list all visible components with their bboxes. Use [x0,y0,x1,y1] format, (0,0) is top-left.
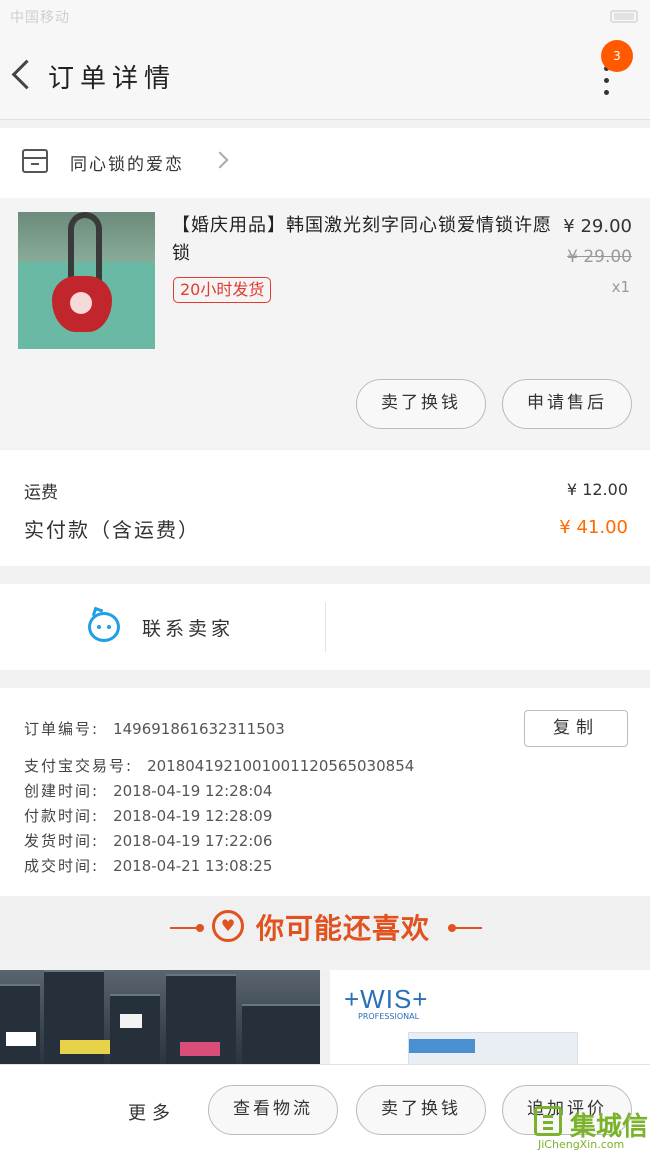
chevron-left-icon[interactable] [6,54,38,98]
sell-button[interactable]: 卖了换钱 [356,1085,486,1135]
copy-button[interactable]: 复制 [524,710,628,747]
watermark-url: JiChengXin.com [538,1138,625,1151]
create-time-row: 创建时间: 2018-04-19 12:28:04 [24,782,273,800]
contact-seller-label: 联系卖家 [142,618,235,640]
carrier-label: 中国移动 [10,10,70,26]
shipping-tag: 20小时发货 [173,277,272,303]
notification-badge: 3 [601,40,633,72]
battery-icon [610,10,638,23]
decor-line-right [448,924,482,932]
product-image[interactable] [18,212,155,349]
recommend-item[interactable]: +WIS+ PROFESSIONAL [330,970,650,1064]
after-sale-button[interactable]: 申请售后 [502,379,632,429]
recommend-title: 你可能还喜欢 [256,912,431,945]
brand-sub: PROFESSIONAL [358,1012,420,1021]
recommend-grid: +WIS+ PROFESSIONAL [0,970,650,1064]
pay-time-row: 付款时间: 2018-04-19 12:28:09 [24,807,273,825]
recommend-item[interactable] [0,970,320,1064]
product-price: ¥ 29.00 [563,216,632,237]
status-bar: 中国移动 [0,0,650,34]
paid-label: 实付款（含运费） [24,518,200,542]
nav-bar: 订单详情 [0,34,650,120]
shop-row[interactable]: 同心锁的爱恋 [0,128,650,198]
shop-icon [22,149,48,173]
paid-value: ¥ 41.00 [559,517,628,538]
alipay-trade-row: 支付宝交易号: 2018041921001001120565030854 [24,757,415,775]
product-quantity: x1 [611,278,630,296]
product-title[interactable]: 【婚庆用品】韩国激光刻字同心锁爱情锁许愿锁 [172,212,552,268]
chat-bubble-icon [88,612,120,642]
product-card: 【婚庆用品】韩国激光刻字同心锁爱情锁许愿锁 20小时发货 ¥ 29.00 ¥ 2… [0,198,650,448]
contact-seller-button[interactable]: 联系卖家 [0,584,325,670]
contact-card: 联系卖家 [0,584,650,670]
sell-button[interactable]: 卖了换钱 [356,379,486,429]
more-button[interactable]: 更多 [128,1099,176,1125]
recommend-header: ♥ 你可能还喜欢 [0,896,650,960]
watermark: 集城信 JiChengXin.com [530,1100,650,1155]
shop-name: 同心锁的爱恋 [70,155,184,175]
view-logistics-button[interactable]: 查看物流 [208,1085,338,1135]
product-original-price: ¥ 29.00 [567,247,632,267]
heart-circle-icon: ♥ [212,910,244,942]
product-box-image [408,1032,578,1064]
divider [325,602,326,652]
shipping-fee-value: ¥ 12.00 [566,480,628,499]
order-info-card: 订单编号: 149691861632311503 复制 支付宝交易号: 201804… [0,688,650,896]
chevron-right-icon [211,151,229,169]
decor-line-left [170,924,204,932]
brand-logo: +WIS+ [344,984,429,1014]
fee-card: 运费 ¥ 12.00 实付款（含运费） ¥ 41.00 [0,450,650,566]
watermark-logo-icon [534,1106,562,1136]
page-title: 订单详情 [48,64,177,94]
order-number-row: 订单编号: 149691861632311503 [24,720,285,738]
ship-time-row: 发货时间: 2018-04-19 17:22:06 [24,832,273,850]
shipping-fee-label: 运费 [24,483,58,503]
deal-time-row: 成交时间: 2018-04-21 13:08:25 [24,857,273,875]
